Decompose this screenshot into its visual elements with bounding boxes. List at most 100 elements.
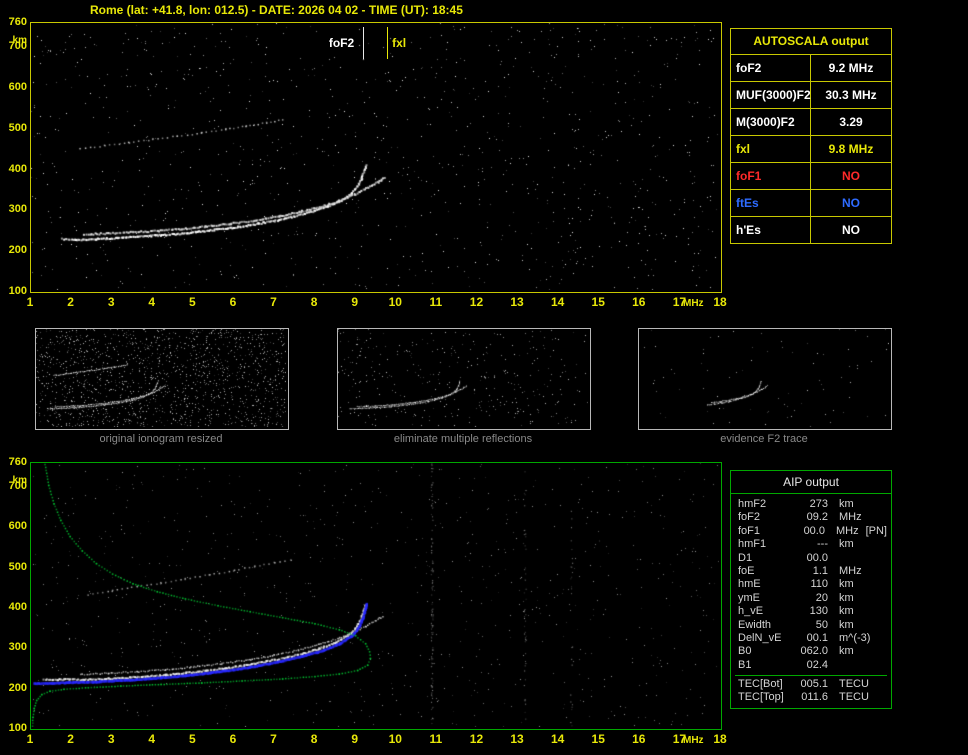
x-tick-label: 3 xyxy=(107,295,115,309)
x-tick-label: 10 xyxy=(388,732,402,746)
x-tick-label: 14 xyxy=(550,732,565,746)
thumbnail-canvas xyxy=(36,329,286,427)
autoscala-row-muf3000f2: MUF(3000)F2 30.3 MHz xyxy=(731,81,891,108)
recorded-ionogram-canvas xyxy=(31,23,719,290)
aip-param-value: 00.0 xyxy=(803,524,825,537)
aip-param-value: 005.1 xyxy=(800,678,828,691)
aip-param-label: h_vE xyxy=(738,605,764,618)
thumbnail-caption: original ionogram resized xyxy=(99,433,223,445)
aip-param-label: DelN_vE xyxy=(738,631,782,644)
x-tick-label: 12 xyxy=(469,295,484,309)
aip-param-value: 02.4 xyxy=(806,658,828,671)
x-tick-label: 8 xyxy=(310,295,318,309)
autoscala-param-label: foF1 xyxy=(731,163,811,189)
aip-param-unit: km xyxy=(839,578,854,591)
aip-param-unit: km xyxy=(839,605,854,618)
thumbnail-canvas xyxy=(639,329,889,427)
aip-row-hmF1: hmF1 --- km xyxy=(738,538,887,551)
autoscala-param-label: fxl xyxy=(731,136,811,162)
aip-param-label: foF2 xyxy=(738,511,761,524)
autoscala-param-label: M(3000)F2 xyxy=(731,109,811,135)
y-tick-label: 300 xyxy=(8,203,27,216)
aip-param-unit: TECU xyxy=(839,678,869,691)
x-tick-label: 16 xyxy=(632,732,646,746)
y-tick-label: 760 xyxy=(8,16,27,28)
aip-param-note: [PN] xyxy=(865,524,887,537)
aip-row-h_vE: h_vE 130 km xyxy=(738,605,887,618)
thumbnail-canvas xyxy=(338,329,588,427)
autoscala-param-value: 9.8 MHz xyxy=(828,142,874,156)
y-tick-label: 500 xyxy=(8,560,27,573)
aip-param-label: TEC[Bot] xyxy=(738,678,783,691)
y-tick-label: 600 xyxy=(8,520,27,533)
aip-param-value: 50 xyxy=(815,618,828,631)
x-tick-label: 3 xyxy=(107,732,115,746)
y-tick-label: 760 xyxy=(8,456,27,468)
aip-param-value: 011.6 xyxy=(801,691,828,704)
autoscala-param-value: NO xyxy=(842,196,860,210)
aip-row-B1: B1 02.4 xyxy=(738,659,887,672)
y-axis-unit-label: km xyxy=(12,475,27,486)
autoscala-param-value: 30.3 MHz xyxy=(825,88,877,102)
x-tick-label: 16 xyxy=(632,295,646,309)
recorded-ionogram-plot: foF2 fxl xyxy=(30,22,722,293)
x-tick-label: 15 xyxy=(591,732,605,746)
aip-param-unit: m^(-3) xyxy=(839,631,871,644)
aip-param-unit: MHz xyxy=(835,524,859,537)
ionogram-analysis-screen: Rome (lat: +41.8, lon: 012.5) - DATE: 20… xyxy=(0,0,968,755)
x-tick-label: 15 xyxy=(591,295,605,309)
autoscaled-ionogram-plot xyxy=(30,462,722,730)
autoscala-param-label: foF2 xyxy=(731,55,811,81)
autoscala-param-value: NO xyxy=(842,169,860,183)
x-tick-label: 13 xyxy=(510,295,524,309)
x-tick-label: 2 xyxy=(67,295,74,309)
aip-row-ymE: ymE 20 km xyxy=(738,592,887,605)
thumbnail-caption: evidence F2 trace xyxy=(720,433,808,445)
aip-param-value: 130 xyxy=(809,605,828,618)
aip-row-TEC-top: TEC[Top] 011.6 TECU xyxy=(738,691,887,704)
aip-param-label: B1 xyxy=(738,658,752,671)
aip-param-value: 09.2 xyxy=(806,511,828,524)
foF2-marker-label: foF2 xyxy=(328,36,355,50)
aip-param-value: 110 xyxy=(810,578,828,591)
autoscala-panel-title: AUTOSCALA output xyxy=(753,34,869,48)
x-tick-label: 1 xyxy=(26,295,34,309)
x-tick-label: 8 xyxy=(310,732,318,746)
aip-param-label: hmF2 xyxy=(738,498,767,510)
y-tick-label: 200 xyxy=(8,244,27,257)
thumbnail-evidence-f2-trace xyxy=(638,328,892,430)
aip-row-foF1: foF1 00.0 MHz [PN] xyxy=(738,525,887,538)
y-tick-label: 200 xyxy=(8,681,27,694)
aip-row-hmF2: hmF2 273 km xyxy=(738,498,887,511)
x-tick-label: 5 xyxy=(189,295,196,309)
x-tick-label: 7 xyxy=(270,295,277,309)
aip-tec-divider xyxy=(735,675,887,677)
x-tick-label: 10 xyxy=(388,295,402,309)
aip-param-label: B0 xyxy=(738,645,752,658)
x-tick-label: 2 xyxy=(67,732,74,746)
thumbnail-caption: eliminate multiple reflections xyxy=(393,433,533,445)
autoscaled-ionogram-canvas xyxy=(31,463,719,727)
aip-param-unit: km xyxy=(839,498,854,510)
autoscala-param-label: h'Es xyxy=(731,217,811,243)
aip-param-unit: km xyxy=(839,538,854,551)
x-axis-unit-label: MHz xyxy=(683,735,704,746)
autoscala-row-fxI: fxl 9.8 MHz xyxy=(731,135,891,162)
fxI-marker-line xyxy=(387,27,389,59)
station-date-time-title: Rome (lat: +41.8, lon: 012.5) - DATE: 20… xyxy=(90,3,463,17)
thumbnail-eliminate-reflections xyxy=(337,328,591,430)
x-tick-label: 18 xyxy=(713,295,727,309)
y-axis-unit-label: km xyxy=(12,35,27,46)
aip-row-TEC-bot: TEC[Bot] 005.1 TECU xyxy=(738,678,887,691)
aip-param-unit: km xyxy=(839,645,854,658)
aip-row-Ewidth: Ewidth 50 km xyxy=(738,619,887,632)
x-axis-unit-label: MHz xyxy=(683,298,704,309)
fxI-marker-label: fxl xyxy=(392,36,407,50)
x-tick-label: 4 xyxy=(148,295,156,309)
aip-row-foE: foE 1.1 MHz xyxy=(738,565,887,578)
y-tick-label: 400 xyxy=(8,162,27,175)
x-tick-label: 7 xyxy=(270,732,277,746)
y-tick-label: 400 xyxy=(8,601,27,614)
x-tick-label: 11 xyxy=(429,295,443,309)
x-tick-label: 12 xyxy=(469,732,484,746)
